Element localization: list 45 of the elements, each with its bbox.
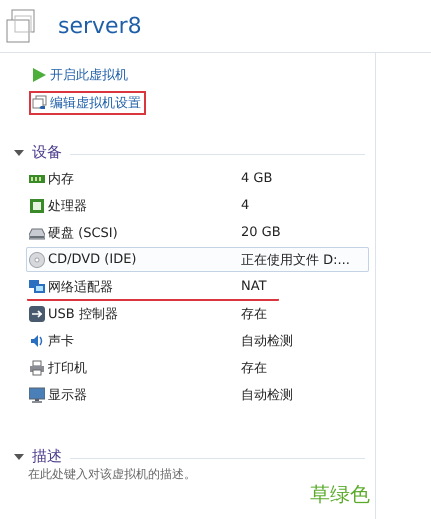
speaker-icon (29, 332, 45, 348)
device-name: 声卡 (48, 332, 74, 350)
device-name: USB 控制器 (48, 306, 118, 322)
device-row[interactable]: USB 控制器 存在 (26, 301, 369, 326)
description-field[interactable]: 在此处键入对该虚拟机的描述。 (28, 466, 375, 483)
device-name: 网络适配器 (48, 278, 113, 296)
device-value: 自动检测 (241, 332, 293, 350)
device-name: CD/DVD (IDE) (48, 252, 136, 267)
chip-icon (29, 198, 45, 214)
collapse-toggle[interactable] (14, 454, 24, 460)
device-row[interactable]: 内存 4 GB (26, 166, 369, 191)
network-icon (29, 278, 45, 294)
device-name: 内存 (48, 170, 74, 188)
vm-title: server8 (58, 14, 142, 38)
device-row[interactable]: 声卡 自动检测 (26, 328, 369, 353)
device-value: 20 GB (241, 225, 281, 240)
device-row[interactable]: 网络适配器 NAT (26, 274, 280, 299)
device-row[interactable]: 显示器 自动检测 (26, 382, 369, 407)
device-name: 处理器 (48, 198, 87, 214)
device-value: NAT (241, 279, 267, 294)
device-name: 硬盘 (SCSI) (48, 224, 118, 242)
device-value: 存在 (241, 360, 267, 376)
device-row[interactable]: 打印机 存在 (26, 355, 369, 380)
play-icon (31, 67, 47, 83)
action-link[interactable]: 开启此虚拟机 (31, 66, 128, 84)
device-value: 存在 (241, 306, 267, 322)
section-title: 设备 (32, 143, 62, 162)
monitor-icon (29, 386, 45, 402)
device-name: 打印机 (48, 360, 87, 376)
device-value: 4 (241, 198, 250, 213)
device-row[interactable]: CD/DVD (IDE) 正在使用文件 D:... (26, 247, 369, 272)
wrench-icon (31, 95, 47, 111)
usb-icon (29, 306, 45, 322)
device-value: 4 GB (241, 171, 272, 186)
disc-icon (29, 252, 45, 268)
device-value: 正在使用文件 D:... (241, 252, 350, 268)
action-link[interactable]: 编辑虚拟机设置 (31, 94, 141, 112)
section-title: 描述 (32, 447, 62, 466)
device-row[interactable]: 处理器 4 (26, 193, 369, 218)
device-row[interactable]: 硬盘 (SCSI) 20 GB (26, 220, 369, 245)
printer-icon (29, 360, 45, 376)
collapse-toggle[interactable] (14, 150, 24, 156)
annotation-text: 草绿色 (310, 481, 370, 508)
device-value: 自动检测 (241, 386, 293, 404)
device-name: 显示器 (48, 386, 87, 404)
